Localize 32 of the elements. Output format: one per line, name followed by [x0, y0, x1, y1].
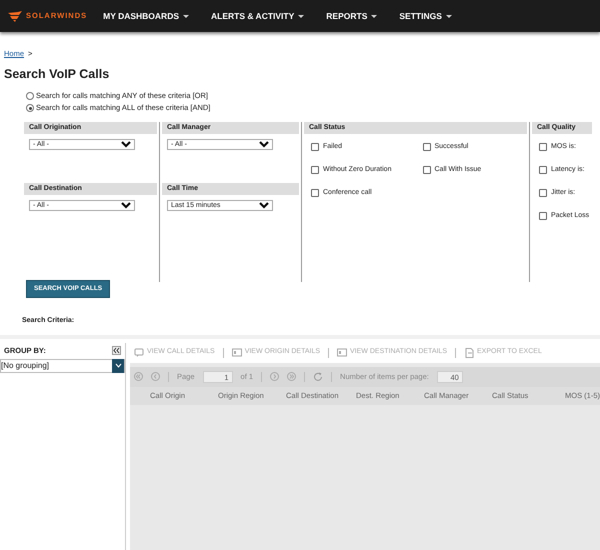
- checkbox[interactable]: [311, 166, 319, 174]
- checkbox[interactable]: [539, 212, 547, 220]
- logo-icon: [8, 10, 22, 22]
- nav-menu-item[interactable]: ALERTS & ACTIVITY: [211, 10, 304, 22]
- page-title: Search VoIP Calls: [4, 67, 110, 82]
- caret-icon: [446, 14, 452, 18]
- checkbox[interactable]: [422, 166, 430, 174]
- checkbox[interactable]: [539, 142, 547, 151]
- caret-icon: [183, 14, 190, 18]
- checkbox[interactable]: [539, 166, 547, 174]
- collapse-icon[interactable]: [112, 346, 121, 355]
- card-icon: [232, 348, 242, 358]
- checkbox[interactable]: [422, 142, 430, 151]
- checkbox[interactable]: [539, 188, 547, 197]
- chevron-icon: [121, 141, 131, 148]
- chevron-icon: [121, 202, 131, 210]
- nav-menu-item[interactable]: SETTINGS: [399, 10, 452, 22]
- caret-icon: [371, 14, 378, 18]
- caret-icon: [298, 14, 304, 18]
- chevron-icon: [259, 202, 269, 210]
- document-icon: [464, 348, 474, 358]
- radio-button[interactable]: [26, 104, 34, 112]
- checkbox[interactable]: [311, 188, 319, 197]
- nav-menu-item[interactable]: REPORTS: [326, 10, 378, 22]
- nav-menu-item[interactable]: MY DASHBOARDS: [103, 10, 190, 22]
- comment-icon: [134, 348, 144, 358]
- radio-button[interactable]: [26, 92, 34, 100]
- checkbox[interactable]: [311, 142, 319, 151]
- chevron-icon: [259, 141, 269, 148]
- card-icon: [337, 348, 348, 358]
- group-by-dropdown[interactable]: [No grouping]: [0, 358, 125, 372]
- chevron-icon: [114, 363, 122, 368]
